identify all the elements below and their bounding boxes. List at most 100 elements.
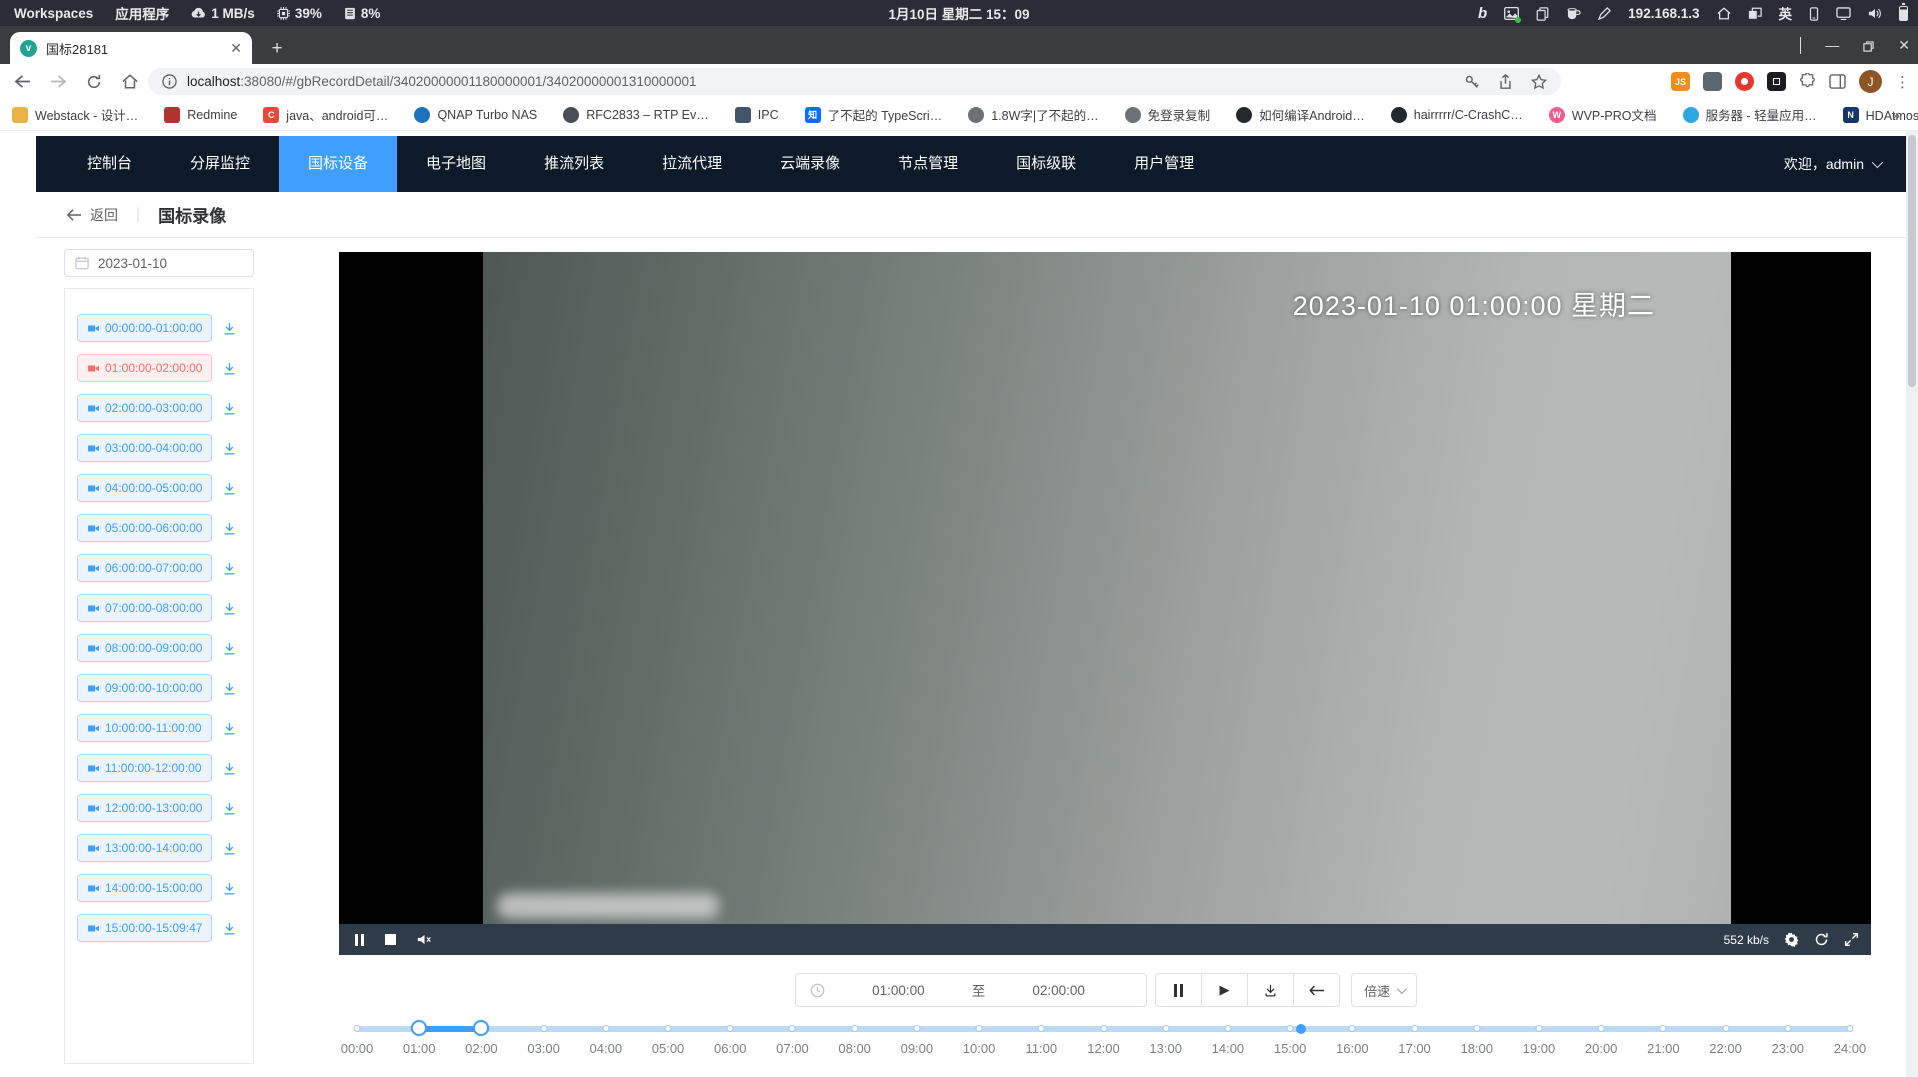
extension-red-icon[interactable] (1735, 72, 1754, 91)
coffee-tray-icon[interactable] (1566, 6, 1581, 21)
download-record-button[interactable] (222, 401, 237, 416)
address-bar[interactable]: localhost:38080/#/gbRecordDetail/3402000… (148, 68, 1561, 95)
nav-item[interactable]: 推流列表 (515, 136, 633, 192)
nav-item[interactable]: 分屏监控 (161, 136, 279, 192)
record-time-button[interactable]: 05:00:00-06:00:00 (77, 514, 212, 542)
download-record-button[interactable] (222, 681, 237, 696)
bookmarks-overflow-chevron[interactable]: » (1892, 107, 1900, 123)
page-scrollbar[interactable] (1906, 131, 1918, 1077)
nav-item[interactable]: 控制台 (58, 136, 161, 192)
download-record-button[interactable] (222, 481, 237, 496)
ip-address[interactable]: 192.168.1.3 (1628, 6, 1699, 21)
bookmark-item[interactable]: N HDAtmos :: 种子 *… (1843, 105, 1918, 124)
download-record-button[interactable] (222, 881, 237, 896)
network-speed-indicator[interactable]: 1 MB/s (191, 6, 255, 21)
download-record-button[interactable] (222, 321, 237, 336)
download-record-button[interactable] (222, 361, 237, 376)
nav-item[interactable]: 国标设备 (279, 136, 397, 192)
player-stop-button[interactable] (385, 934, 396, 945)
nav-item[interactable]: 拉流代理 (633, 136, 751, 192)
seek-back-button[interactable] (1293, 973, 1340, 1007)
browser-tab[interactable]: v 国标28181 ✕ (10, 32, 252, 64)
end-time-value[interactable]: 02:00:00 (985, 983, 1132, 998)
record-time-button[interactable]: 08:00:00-09:00:00 (77, 634, 212, 662)
extension-js-icon[interactable]: JS (1671, 72, 1690, 91)
workspaces-button[interactable]: Workspaces (14, 6, 93, 21)
download-record-button[interactable] (222, 641, 237, 656)
record-time-button[interactable]: 04:00:00-05:00:00 (77, 474, 212, 502)
tab-close-icon[interactable]: ✕ (230, 40, 242, 57)
bookmark-item[interactable]: C java、android可… (263, 105, 388, 124)
applications-button[interactable]: 应用程序 (115, 3, 169, 23)
bookmark-item[interactable]: 免登录复制 (1125, 105, 1211, 124)
date-picker-input[interactable]: 2023-01-10 (64, 249, 254, 277)
record-time-button[interactable]: 00:00:00-01:00:00 (77, 314, 212, 342)
record-time-button[interactable]: 06:00:00-07:00:00 (77, 554, 212, 582)
colorpicker-tray-icon[interactable] (1598, 6, 1611, 21)
scrollbar-thumb[interactable] (1908, 135, 1916, 387)
side-panel-icon[interactable] (1829, 73, 1846, 91)
user-menu[interactable]: 欢迎，admin (1784, 154, 1880, 174)
time-range-input[interactable]: 01:00:00 至 02:00:00 (795, 973, 1147, 1007)
nav-item[interactable]: 节点管理 (869, 136, 987, 192)
nav-item[interactable]: 用户管理 (1105, 136, 1223, 192)
player-pause-button[interactable] (355, 934, 364, 946)
forward-button[interactable] (44, 74, 72, 89)
download-record-button[interactable] (222, 841, 237, 856)
nav-item[interactable]: 电子地图 (397, 136, 515, 192)
download-record-button[interactable] (222, 441, 237, 456)
bing-tray-icon[interactable]: b (1478, 5, 1487, 22)
screenshot-tray-icon[interactable] (1504, 6, 1519, 21)
cpu-indicator[interactable]: 39% (277, 6, 322, 21)
record-time-button[interactable]: 15:00:00-15:09:47 (77, 914, 212, 942)
record-time-button[interactable]: 11:00:00-12:00:00 (77, 754, 212, 782)
clock[interactable]: 1月10日 星期二 15：09 (888, 3, 1029, 23)
player-reload-icon[interactable] (1814, 931, 1829, 949)
timeline-start-handle[interactable] (411, 1020, 427, 1036)
record-time-button[interactable]: 10:00:00-11:00:00 (77, 714, 212, 742)
download-button[interactable] (1247, 973, 1294, 1007)
download-record-button[interactable] (222, 521, 237, 536)
record-time-button[interactable]: 12:00:00-13:00:00 (77, 794, 212, 822)
download-record-button[interactable] (222, 761, 237, 776)
download-record-button[interactable] (222, 921, 237, 936)
player-mute-button[interactable] (417, 931, 432, 949)
record-time-button[interactable]: 13:00:00-14:00:00 (77, 834, 212, 862)
site-info-icon[interactable] (162, 74, 177, 90)
player-settings-icon[interactable] (1784, 931, 1799, 949)
bookmark-item[interactable]: 知 了不起的 TypeScri… (805, 105, 943, 124)
ime-indicator[interactable]: 英 (1779, 3, 1793, 23)
clipboard-tray-icon[interactable] (1536, 5, 1549, 20)
download-record-button[interactable] (222, 561, 237, 576)
bookmark-item[interactable]: RFC2833 – RTP Ev… (563, 107, 709, 123)
window-minimize-button[interactable]: — (1825, 37, 1839, 53)
record-time-button[interactable]: 14:00:00-15:00:00 (77, 874, 212, 902)
timeline-slider[interactable] (357, 1026, 1850, 1032)
display-tray-icon[interactable] (1836, 6, 1851, 21)
record-time-button[interactable]: 07:00:00-08:00:00 (77, 594, 212, 622)
window-maximize-button[interactable] (1863, 37, 1874, 53)
extension-dark-icon[interactable] (1703, 72, 1722, 91)
bookmark-item[interactable]: hairrrrr/C-CrashC… (1391, 107, 1523, 123)
nav-item[interactable]: 国标级联 (987, 136, 1105, 192)
bookmark-item[interactable]: 服务器 - 轻量应用… (1683, 105, 1817, 124)
bookmark-star-icon[interactable] (1531, 73, 1547, 89)
password-key-icon[interactable] (1464, 73, 1480, 89)
home-tray-icon[interactable] (1717, 6, 1731, 21)
share-icon[interactable] (1498, 73, 1513, 89)
download-record-button[interactable] (222, 601, 237, 616)
memory-indicator[interactable]: 8% (344, 6, 381, 21)
url-text[interactable]: localhost:38080/#/gbRecordDetail/3402000… (187, 74, 696, 89)
nav-item[interactable]: 云端录像 (751, 136, 869, 192)
player-fullscreen-icon[interactable] (1844, 931, 1859, 949)
record-time-button[interactable]: 03:00:00-04:00:00 (77, 434, 212, 462)
battery-icon[interactable] (1899, 6, 1908, 21)
windows-tray-icon[interactable] (1748, 6, 1762, 21)
new-tab-button[interactable]: + (264, 36, 290, 62)
bookmark-item[interactable]: Redmine (164, 107, 237, 123)
bookmark-item[interactable]: 1.8W字|了不起的… (968, 105, 1098, 124)
speed-dropdown-button[interactable]: 倍速 (1351, 973, 1417, 1007)
reload-button[interactable] (80, 74, 108, 90)
record-time-button[interactable]: 01:00:00-02:00:00 (77, 354, 212, 382)
bookmark-item[interactable]: QNAP Turbo NAS (414, 107, 537, 123)
